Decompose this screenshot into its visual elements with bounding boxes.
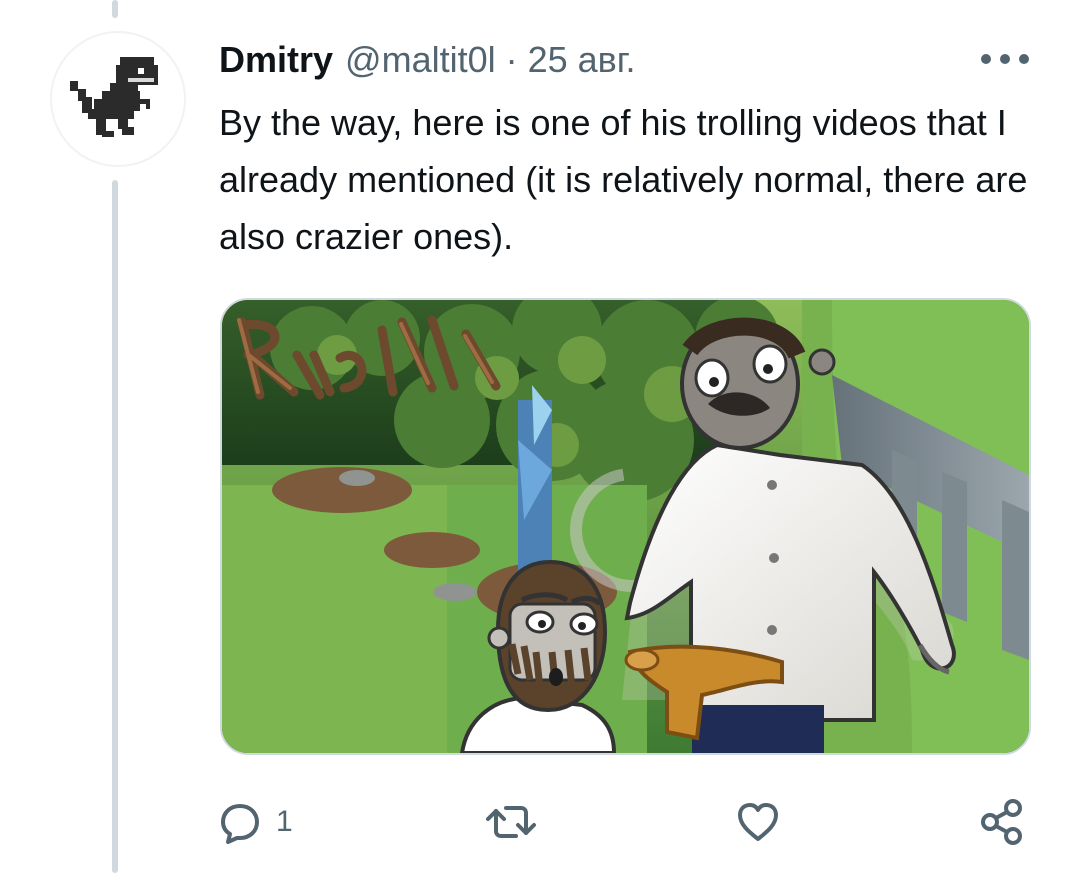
reply-bubble-icon xyxy=(221,804,259,844)
tweet-actions: 1 xyxy=(0,780,1080,860)
tweet-date[interactable]: 25 авг. xyxy=(528,34,636,86)
retweet-icon xyxy=(486,806,536,838)
display-name[interactable]: Dmitry xyxy=(219,34,333,86)
reply-count: 1 xyxy=(276,805,293,838)
tweet-header: Dmitry @maltit0l · 25 авг. xyxy=(219,34,636,86)
retweet-button[interactable] xyxy=(483,798,539,846)
separator-dot: · xyxy=(505,39,518,80)
heart-icon xyxy=(738,803,778,841)
share-button[interactable] xyxy=(978,798,1026,846)
more-button[interactable] xyxy=(978,39,1032,79)
avatar[interactable] xyxy=(50,31,186,167)
dinosaur-pixel-icon xyxy=(70,57,158,137)
more-horizontal-icon xyxy=(981,54,1029,64)
like-button[interactable] xyxy=(734,798,782,846)
video-thumbnail[interactable] xyxy=(220,298,1031,755)
tweet-text: By the way, here is one of his trolling … xyxy=(219,102,1028,257)
thread-line-top xyxy=(112,0,118,18)
thread-line-bottom xyxy=(112,180,118,873)
cartoon-game-scene-image xyxy=(222,300,1029,753)
reply-button[interactable]: 1 xyxy=(218,798,293,846)
share-icon xyxy=(981,799,1022,845)
user-handle[interactable]: @maltit0l xyxy=(345,34,496,86)
